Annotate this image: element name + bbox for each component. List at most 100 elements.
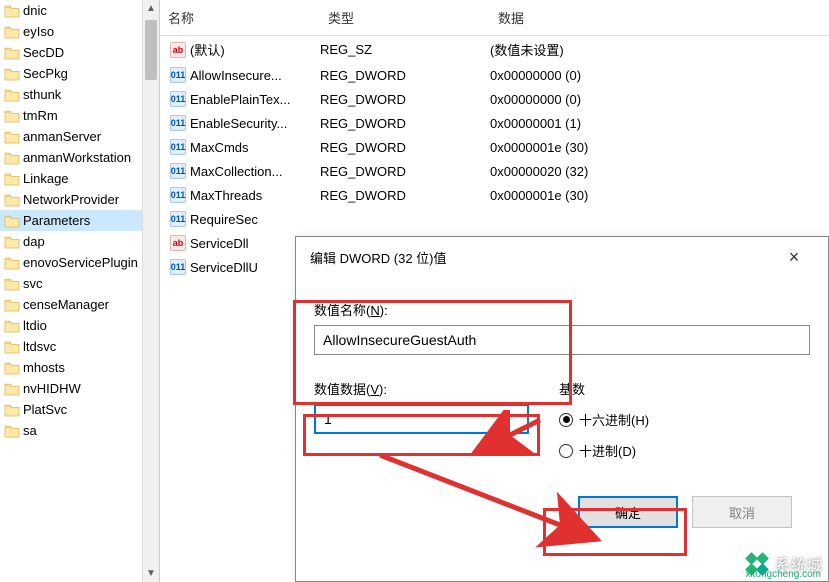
radio-dec-icon: [559, 444, 573, 458]
col-header-name[interactable]: 名称: [160, 4, 320, 31]
value-name: RequireSec: [190, 212, 258, 227]
tree-item-secdd[interactable]: SecDD: [0, 42, 159, 63]
reg-dword-icon: 011: [170, 115, 186, 131]
list-row[interactable]: 011MaxThreadsREG_DWORD0x0000001e (30): [160, 183, 829, 207]
value-name-field[interactable]: [314, 325, 810, 355]
tree-item-label: SecDD: [23, 45, 64, 60]
cancel-button[interactable]: 取消: [692, 496, 792, 528]
tree-item-label: sthunk: [23, 87, 61, 102]
tree-item-label: censeManager: [23, 297, 109, 312]
folder-icon: [4, 46, 20, 60]
list-header: 名称 类型 数据: [160, 0, 829, 36]
value-name-label: 数值名称(N):: [314, 300, 810, 319]
folder-icon: [4, 424, 20, 438]
tree-item-censemanager[interactable]: censeManager: [0, 294, 159, 315]
tree-item-dnic[interactable]: dnic: [0, 0, 159, 21]
tree-item-label: PlatSvc: [23, 402, 67, 417]
tree-item-parameters[interactable]: Parameters: [0, 210, 159, 231]
tree-item-label: mhosts: [23, 360, 65, 375]
watermark-url: xitongcheng.com: [745, 569, 821, 580]
folder-icon: [4, 382, 20, 396]
tree-item-networkprovider[interactable]: NetworkProvider: [0, 189, 159, 210]
tree-item-label: anmanWorkstation: [23, 150, 131, 165]
tree-item-label: svc: [23, 276, 43, 291]
folder-icon: [4, 235, 20, 249]
folder-icon: [4, 256, 20, 270]
tree-item-mhosts[interactable]: mhosts: [0, 357, 159, 378]
scroll-thumb[interactable]: [145, 20, 157, 80]
tree-item-dap[interactable]: dap: [0, 231, 159, 252]
ok-button[interactable]: 确定: [578, 496, 678, 528]
close-icon[interactable]: ×: [774, 247, 814, 268]
list-row[interactable]: 011MaxCmdsREG_DWORD0x0000001e (30): [160, 135, 829, 159]
tree-item-sa[interactable]: sa: [0, 420, 159, 441]
list-row[interactable]: 011EnablePlainTex...REG_DWORD0x00000000 …: [160, 87, 829, 111]
value-data: 0x0000001e (30): [490, 140, 829, 155]
radio-dec[interactable]: 十进制(D): [559, 435, 810, 466]
col-header-data[interactable]: 数据: [490, 4, 829, 31]
tree-item-label: enovoServicePlugin: [23, 255, 138, 270]
value-type: REG_DWORD: [320, 68, 490, 83]
folder-icon: [4, 67, 20, 81]
tree-item-secpkg[interactable]: SecPkg: [0, 63, 159, 84]
edit-dword-dialog: 编辑 DWORD (32 位)值 × 数值名称(N): 数值数据(V): 基数 …: [295, 236, 829, 582]
tree-item-tmrm[interactable]: tmRm: [0, 105, 159, 126]
dialog-title-text: 编辑 DWORD (32 位)值: [310, 248, 447, 267]
folder-icon: [4, 109, 20, 123]
value-type: REG_DWORD: [320, 164, 490, 179]
reg-dword-icon: 011: [170, 139, 186, 155]
value-type: REG_DWORD: [320, 92, 490, 107]
tree-item-platsvc[interactable]: PlatSvc: [0, 399, 159, 420]
tree-item-ltdsvc[interactable]: ltdsvc: [0, 336, 159, 357]
tree-item-label: Linkage: [23, 171, 69, 186]
tree-item-ltdio[interactable]: ltdio: [0, 315, 159, 336]
folder-icon: [4, 151, 20, 165]
tree-scrollbar[interactable]: ▲ ▼: [142, 0, 159, 582]
scroll-down-icon[interactable]: ▼: [143, 565, 159, 582]
value-name: ServiceDllU: [190, 260, 258, 275]
tree-item-anmanserver[interactable]: anmanServer: [0, 126, 159, 147]
tree-item-svc[interactable]: svc: [0, 273, 159, 294]
reg-dword-icon: 011: [170, 211, 186, 227]
value-type: REG_SZ: [320, 42, 490, 57]
value-name: (默认): [190, 40, 225, 59]
tree-item-label: eyIso: [23, 24, 54, 39]
tree-item-eyiso[interactable]: eyIso: [0, 21, 159, 42]
tree-item-label: tmRm: [23, 108, 58, 123]
reg-dword-icon: 011: [170, 259, 186, 275]
tree-item-label: sa: [23, 423, 37, 438]
reg-string-icon: ab: [170, 42, 186, 58]
folder-icon: [4, 130, 20, 144]
tree-item-sthunk[interactable]: sthunk: [0, 84, 159, 105]
list-row[interactable]: ab(默认)REG_SZ(数值未设置): [160, 36, 829, 63]
registry-tree-panel: dnic eyIso SecDD SecPkg sthunk tmRm anmanServe…: [0, 0, 160, 582]
list-row[interactable]: 011 RequireSec: [160, 207, 829, 231]
base-label: 基数: [559, 379, 810, 398]
value-name: EnableSecurity...: [190, 116, 287, 131]
value-name: MaxCollection...: [190, 164, 282, 179]
tree-item-nvhidhw[interactable]: nvHIDHW: [0, 378, 159, 399]
tree-item-anmanworkstation[interactable]: anmanWorkstation: [0, 147, 159, 168]
radio-hex[interactable]: 十六进制(H): [559, 404, 810, 435]
list-row[interactable]: 011EnableSecurity...REG_DWORD0x00000001 …: [160, 111, 829, 135]
folder-icon: [4, 88, 20, 102]
folder-icon: [4, 340, 20, 354]
value-name: AllowInsecure...: [190, 68, 282, 83]
value-name: MaxCmds: [190, 140, 249, 155]
list-row[interactable]: 011AllowInsecure...REG_DWORD0x00000000 (…: [160, 63, 829, 87]
folder-icon: [4, 172, 20, 186]
tree-item-linkage[interactable]: Linkage: [0, 168, 159, 189]
folder-icon: [4, 193, 20, 207]
tree-item-label: anmanServer: [23, 129, 101, 144]
tree-item-enovoserviceplugin[interactable]: enovoServicePlugin: [0, 252, 159, 273]
tree-item-label: ltdsvc: [23, 339, 56, 354]
folder-icon: [4, 25, 20, 39]
scroll-up-icon[interactable]: ▲: [143, 0, 159, 17]
folder-icon: [4, 4, 20, 18]
folder-icon: [4, 298, 20, 312]
col-header-type[interactable]: 类型: [320, 4, 490, 31]
tree-item-label: NetworkProvider: [23, 192, 119, 207]
list-row[interactable]: 011MaxCollection...REG_DWORD0x00000020 (…: [160, 159, 829, 183]
tree-item-label: dap: [23, 234, 45, 249]
value-data-field[interactable]: [314, 404, 529, 434]
